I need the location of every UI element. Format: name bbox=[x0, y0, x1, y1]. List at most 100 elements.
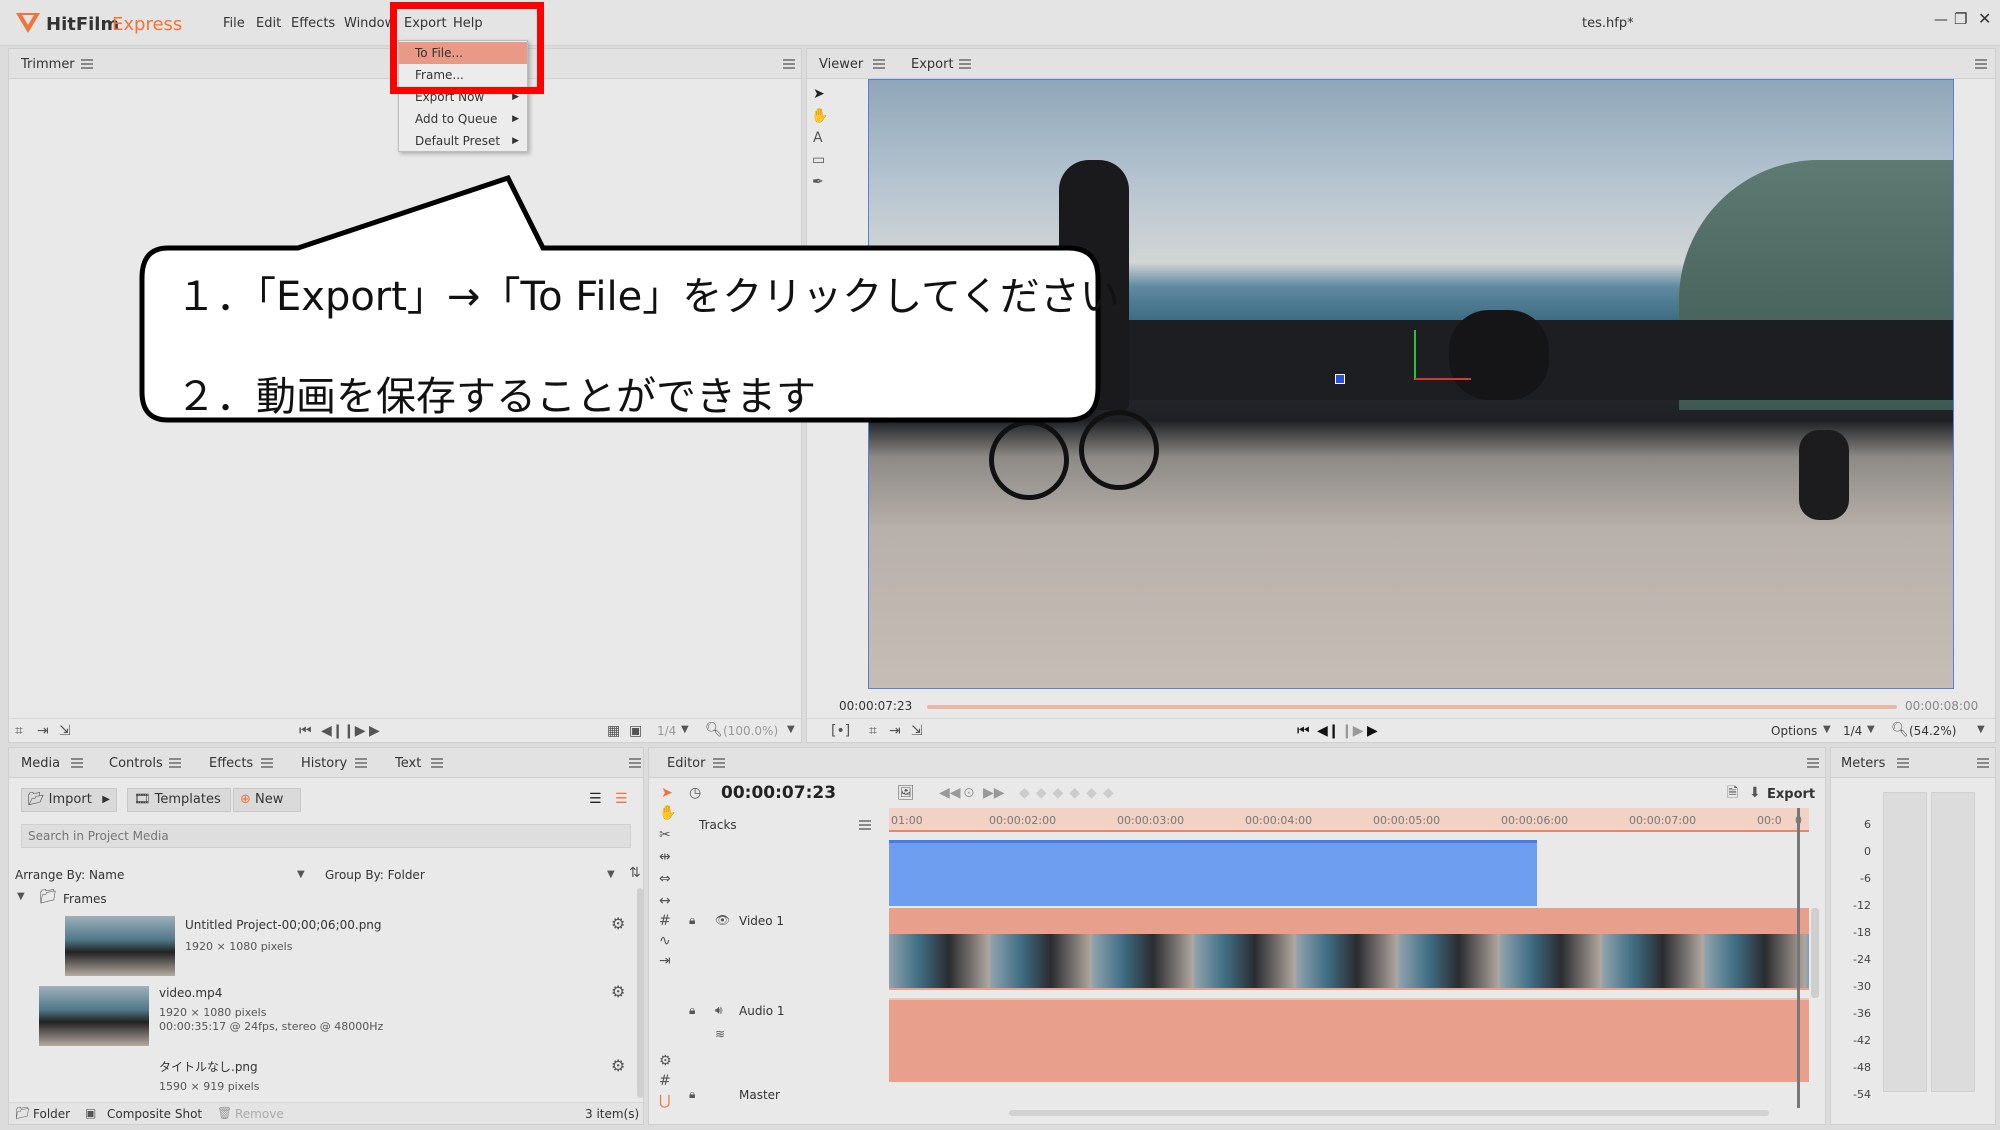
composite-clip[interactable] bbox=[889, 840, 1537, 906]
sort-icon[interactable]: ⇅ bbox=[629, 866, 641, 880]
text-menu-icon[interactable] bbox=[431, 758, 443, 768]
options-button[interactable]: Options bbox=[1771, 724, 1817, 738]
options-chevron-icon[interactable]: ▼ bbox=[1823, 725, 1831, 735]
zoom-icon[interactable]: 🔍︎ bbox=[705, 723, 723, 737]
audio-clip[interactable] bbox=[889, 998, 1809, 1082]
slip-tool-icon[interactable]: ⇹ bbox=[659, 850, 671, 864]
media-search-input[interactable] bbox=[21, 824, 631, 848]
chevron-down-icon[interactable]: ▼ bbox=[681, 725, 689, 735]
zoom-chevron-icon[interactable]: ▼ bbox=[1977, 725, 1985, 735]
razor-tool-icon[interactable]: ✂ bbox=[659, 828, 671, 842]
hand-tool-icon[interactable]: ✋ bbox=[811, 109, 828, 123]
text-tool-icon[interactable]: A bbox=[813, 131, 823, 145]
tab-media[interactable]: Media bbox=[21, 756, 60, 771]
controls-menu-icon[interactable] bbox=[169, 758, 181, 768]
video-clip[interactable] bbox=[889, 908, 1809, 990]
media-thumbnail[interactable] bbox=[65, 916, 175, 976]
snapshot-icon[interactable]: ▣ bbox=[629, 724, 642, 738]
grid-icon[interactable]: ▦ bbox=[607, 724, 620, 738]
media-menu-icon[interactable] bbox=[71, 758, 83, 768]
overlay-icon[interactable]: ⇲ bbox=[911, 724, 923, 738]
close-icon[interactable]: ✕ bbox=[1978, 9, 1991, 28]
folder-add-icon[interactable]: 📁︎ bbox=[15, 1107, 30, 1119]
media-item-name[interactable]: Untitled Project-00;00;06;00.png bbox=[185, 918, 382, 932]
trimmer-zoom[interactable]: (100.0%) bbox=[723, 724, 778, 738]
tab-viewer[interactable]: Viewer bbox=[819, 57, 863, 72]
loop-icon[interactable]: ⊙ bbox=[963, 786, 975, 800]
folder-frames[interactable]: Frames bbox=[63, 892, 107, 906]
list-view-icon[interactable]: ☰ bbox=[589, 792, 602, 806]
tab-editor[interactable]: Editor bbox=[667, 756, 705, 771]
menu-effects[interactable]: Effects bbox=[291, 16, 335, 31]
lock-icon[interactable]: 🔒︎ bbox=[689, 1004, 695, 1016]
media-item-name[interactable]: タイトルなし.png bbox=[159, 1058, 258, 1075]
item-settings-gear-icon[interactable]: ⚙ bbox=[611, 984, 625, 1000]
trimmer-panel-menu-icon[interactable] bbox=[783, 59, 795, 69]
trash-icon[interactable]: 🗑︎ bbox=[217, 1107, 232, 1119]
arrange-dropdown[interactable]: Arrange By: Name bbox=[15, 868, 124, 882]
ripple-tool-icon[interactable]: ↔ bbox=[659, 894, 671, 908]
grid-snap-icon[interactable]: # bbox=[659, 1074, 671, 1088]
transform-widget-y[interactable] bbox=[1414, 330, 1416, 380]
tab-trimmer[interactable]: Trimmer bbox=[21, 57, 75, 72]
menu-item-default-preset[interactable]: Default Preset ▶ bbox=[399, 130, 527, 152]
tab-text[interactable]: Text bbox=[395, 756, 421, 771]
transform-widget-x[interactable] bbox=[1415, 378, 1471, 380]
restore-icon[interactable]: ❐ bbox=[1954, 10, 1967, 28]
play-icon[interactable]: ▶ bbox=[1367, 724, 1378, 738]
step-back-icon[interactable]: ◀❙ bbox=[321, 724, 344, 738]
play-icon[interactable]: ▶ bbox=[369, 724, 380, 738]
detail-view-icon[interactable]: ☰ bbox=[615, 792, 628, 806]
effects-menu-icon[interactable] bbox=[261, 758, 273, 768]
lock-icon[interactable]: 🔒︎ bbox=[689, 914, 695, 926]
tab-controls[interactable]: Controls bbox=[109, 756, 163, 771]
export-icon[interactable]: ⬇ bbox=[1749, 786, 1761, 800]
meters-panel-menu-icon[interactable] bbox=[1977, 758, 1989, 768]
waveform-icon[interactable]: ≋ bbox=[715, 1028, 725, 1040]
tab-meters[interactable]: Meters bbox=[1841, 756, 1885, 771]
remove-button[interactable]: Remove bbox=[235, 1107, 284, 1121]
magnet-icon[interactable]: ⋃ bbox=[659, 1094, 670, 1108]
menu-window[interactable]: Window bbox=[344, 16, 395, 31]
anchor-point[interactable] bbox=[1335, 374, 1345, 384]
speaker-icon[interactable]: 🔊︎ bbox=[715, 1004, 723, 1016]
eye-icon[interactable]: 👁︎ bbox=[715, 914, 730, 926]
crop-icon[interactable]: ⌗ bbox=[869, 724, 877, 738]
tab-export[interactable]: Export bbox=[911, 57, 954, 72]
group-dropdown[interactable]: Group By: Folder bbox=[325, 868, 425, 882]
viewer-quality[interactable]: 1/4 bbox=[1843, 724, 1862, 738]
folder-expand-icon[interactable]: ▼ bbox=[17, 892, 25, 902]
item-settings-gear-icon[interactable]: ⚙ bbox=[611, 1058, 625, 1074]
insert-icon[interactable]: ⇥ bbox=[889, 724, 901, 738]
hand-tool-icon[interactable]: ✋ bbox=[659, 806, 676, 820]
viewer-menu-icon[interactable] bbox=[873, 59, 885, 69]
media-thumbnail[interactable] bbox=[39, 986, 149, 1046]
trimmer-quality[interactable]: 1/4 bbox=[657, 724, 676, 738]
timeline-ruler[interactable]: 01:00 00:00:02:00 00:00:03:00 00:00:04:0… bbox=[889, 808, 1809, 832]
zoom-chevron-icon[interactable]: ▼ bbox=[787, 725, 795, 735]
composite-shot-button[interactable]: Composite Shot bbox=[107, 1107, 202, 1121]
overlay-icon[interactable]: ⇲ bbox=[59, 724, 71, 738]
composite-shot-icon[interactable]: ▣ bbox=[85, 1107, 96, 1119]
zoom-icon[interactable]: 🔍︎ bbox=[1891, 723, 1909, 737]
meters-menu-icon[interactable] bbox=[1897, 758, 1909, 768]
media-panel-menu-icon[interactable] bbox=[629, 758, 641, 768]
lock-icon[interactable]: 🔒︎ bbox=[689, 1088, 695, 1100]
viewer-scrub-bar[interactable] bbox=[927, 705, 1897, 709]
rectangle-tool-icon[interactable]: ▭ bbox=[812, 153, 825, 167]
editor-settings-gear-icon[interactable]: ⚙ bbox=[659, 1054, 672, 1068]
select-tool-icon[interactable]: ➤ bbox=[813, 87, 825, 101]
roll-tool-icon[interactable]: # bbox=[659, 914, 671, 928]
step-forward-icon[interactable]: ❙▶ bbox=[343, 724, 366, 738]
skip-start-icon[interactable]: ⏮ bbox=[1297, 724, 1310, 738]
export-tab-menu-icon[interactable] bbox=[959, 59, 971, 69]
new-folder-button[interactable]: Folder bbox=[33, 1107, 70, 1121]
select-tool-icon[interactable]: ➤ bbox=[661, 786, 673, 800]
viewer-panel-menu-icon[interactable] bbox=[1975, 59, 1987, 69]
track-select-icon[interactable]: ⇥ bbox=[659, 954, 671, 968]
rewind-icon[interactable]: ◀◀ bbox=[939, 786, 961, 800]
editor-export-button[interactable]: Export bbox=[1767, 787, 1815, 802]
import-button[interactable]: 📂︎ Import ▶ bbox=[21, 788, 117, 812]
forward-icon[interactable]: ▶▶ bbox=[983, 786, 1005, 800]
media-item-name[interactable]: video.mp4 bbox=[159, 986, 222, 1000]
